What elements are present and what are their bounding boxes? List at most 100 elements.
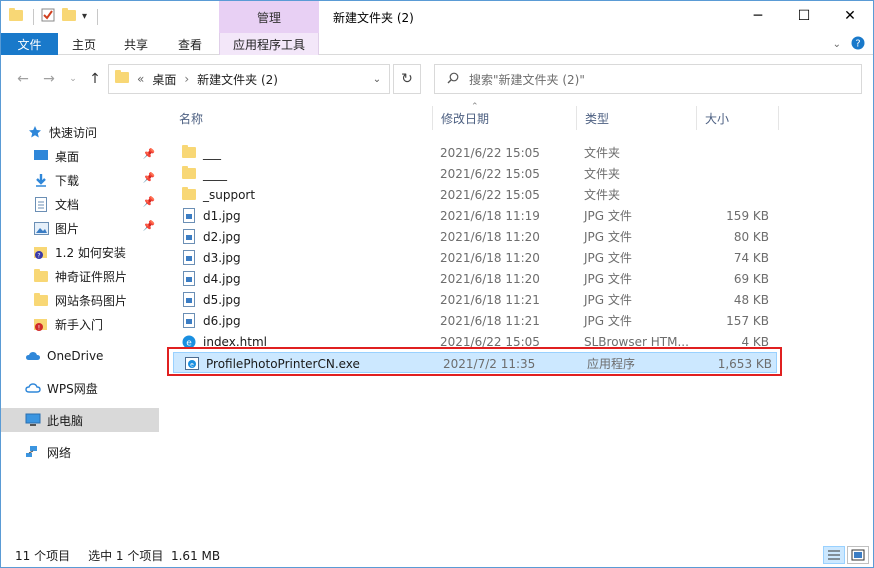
file-type: 文件夹 [584, 188, 621, 202]
forward-arrow-icon[interactable]: → [39, 69, 59, 89]
quick-access-toolbar: ▾ [9, 7, 99, 26]
back-arrow-icon[interactable]: ← [13, 69, 33, 89]
recent-locations-icon[interactable]: ⌄ [63, 69, 83, 89]
jpg-file-icon [181, 271, 197, 287]
sidebar-item-onedrive[interactable]: OneDrive [1, 344, 159, 368]
table-row[interactable]: ____ 2021/6/22 15:05 文件夹 [171, 163, 775, 184]
table-row[interactable]: d6.jpg 2021/6/18 11:21 JPG 文件 157 KB [171, 310, 775, 331]
computer-icon [25, 412, 41, 428]
breadcrumb-overflow[interactable]: « [137, 72, 144, 86]
file-size: 69 KB [733, 271, 769, 286]
cloud-icon [25, 348, 41, 364]
sidebar-item-how-to-install[interactable]: ? 1.2 如何安装 [1, 240, 159, 264]
context-tab-header: 管理 [219, 1, 319, 33]
jpg-file-icon [181, 292, 197, 308]
title-bar: ▾ 管理 新建文件夹 (2) ─ ☐ ✕ [1, 1, 873, 33]
address-bar[interactable]: « 桌面 › 新建文件夹 (2) ⌄ [108, 64, 390, 94]
download-icon [33, 172, 49, 188]
file-name: d3.jpg [203, 250, 241, 265]
folder-badge-icon: ! [33, 316, 49, 332]
file-size [701, 163, 769, 184]
up-arrow-icon[interactable]: ↑ [85, 69, 105, 89]
status-bar: 11 个项目 选中 1 个项目 1.61 MB [1, 543, 873, 567]
file-date: 2021/6/22 15:05 [440, 145, 540, 160]
sidebar-item-label: 神奇证件照片 [55, 269, 128, 284]
tab-file[interactable]: 文件 [1, 33, 58, 55]
tab-home[interactable]: 主页 [61, 33, 107, 55]
file-date: 2021/6/18 11:21 [440, 313, 540, 328]
file-date: 2021/6/18 11:20 [440, 229, 540, 244]
sidebar-item-label: 此电脑 [47, 413, 84, 428]
jpg-file-icon [181, 313, 197, 329]
breadcrumb-current-folder[interactable]: 新建文件夹 (2) [197, 71, 278, 88]
sidebar-item-id-photo[interactable]: 神奇证件照片 [1, 264, 159, 288]
large-icons-view-icon[interactable] [847, 546, 869, 564]
sidebar-item-label: 网站条码图片 [55, 293, 128, 308]
search-placeholder: 搜索"新建文件夹 (2)" [469, 72, 585, 87]
maximize-button[interactable]: ☐ [781, 1, 827, 31]
file-size: 80 KB [733, 229, 769, 244]
folder-icon [115, 70, 129, 86]
folder-icon [181, 187, 197, 203]
column-header-date[interactable]: 修改日期 [433, 106, 577, 130]
pin-icon[interactable]: 📌 [143, 197, 155, 208]
file-size: 157 KB [726, 313, 769, 328]
properties-icon[interactable] [40, 7, 56, 26]
sidebar-item-pictures[interactable]: 图片 📌 [1, 216, 159, 240]
folder-icon [181, 166, 197, 182]
table-row[interactable]: d2.jpg 2021/6/18 11:20 JPG 文件 80 KB [171, 226, 775, 247]
sidebar-item-getting-started[interactable]: ! 新手入门 [1, 312, 159, 336]
file-size [701, 142, 769, 163]
address-dropdown-icon[interactable]: ⌄ [365, 65, 389, 93]
table-row[interactable]: d3.jpg 2021/6/18 11:20 JPG 文件 74 KB [171, 247, 775, 268]
breadcrumb-separator[interactable]: › [184, 72, 189, 86]
sidebar-item-wps-cloud[interactable]: WPS网盘 [1, 376, 159, 400]
file-type: JPG 文件 [584, 314, 632, 328]
file-type: 文件夹 [584, 167, 621, 181]
search-input[interactable]: 搜索"新建文件夹 (2)" [434, 64, 862, 94]
column-header-type[interactable]: 类型 [577, 106, 697, 130]
jpg-file-icon [181, 229, 197, 245]
pin-icon[interactable]: 📌 [143, 173, 155, 184]
new-folder-icon[interactable] [62, 7, 76, 24]
pin-icon[interactable]: 📌 [143, 221, 155, 232]
tab-view[interactable]: 查看 [167, 33, 213, 55]
file-name: d5.jpg [203, 292, 241, 307]
file-date: 2021/6/18 11:20 [440, 271, 540, 286]
toolbar-divider [97, 8, 99, 25]
desktop-icon [33, 148, 49, 164]
sidebar-item-label: OneDrive [47, 349, 104, 363]
breadcrumb-desktop[interactable]: 桌面 [152, 71, 176, 88]
table-row[interactable]: d4.jpg 2021/6/18 11:20 JPG 文件 69 KB [171, 268, 775, 289]
customize-toolbar-icon[interactable]: ▾ [82, 11, 87, 22]
folder-icon [9, 7, 23, 24]
sidebar-item-documents[interactable]: 文档 📌 [1, 192, 159, 216]
sidebar-item-label: 图片 [55, 221, 80, 236]
close-button[interactable]: ✕ [827, 1, 873, 31]
table-row[interactable]: d1.jpg 2021/6/18 11:19 JPG 文件 159 KB [171, 205, 775, 226]
file-name-cell: d5.jpg [181, 289, 241, 310]
column-header-name[interactable]: 名称 [171, 106, 433, 130]
sidebar-item-barcode-images[interactable]: 网站条码图片 [1, 288, 159, 312]
sidebar-item-network[interactable]: 网络 [1, 440, 159, 464]
minimize-button[interactable]: ─ [735, 1, 781, 31]
table-row[interactable]: d5.jpg 2021/6/18 11:21 JPG 文件 48 KB [171, 289, 775, 310]
sidebar-item-desktop[interactable]: 桌面 📌 [1, 144, 159, 168]
tab-share[interactable]: 共享 [113, 33, 159, 55]
sidebar-item-this-pc[interactable]: 此电脑 [1, 408, 159, 432]
ribbon-right-controls: ⌄ ? [833, 36, 865, 53]
details-view-icon[interactable] [823, 546, 845, 564]
toolbar-divider [33, 8, 34, 25]
help-icon[interactable]: ? [851, 36, 865, 53]
column-header-size[interactable]: 大小 [697, 106, 779, 130]
table-row[interactable]: ___ 2021/6/22 15:05 文件夹 [171, 142, 775, 163]
file-type: JPG 文件 [584, 230, 632, 244]
table-row[interactable]: _support 2021/6/22 15:05 文件夹 [171, 184, 775, 205]
wps-cloud-icon [25, 380, 41, 396]
sidebar-item-downloads[interactable]: 下载 📌 [1, 168, 159, 192]
sidebar-item-quick-access[interactable]: 快速访问 [1, 120, 159, 144]
refresh-icon[interactable]: ↻ [393, 64, 421, 94]
expand-ribbon-icon[interactable]: ⌄ [833, 39, 841, 50]
pin-icon[interactable]: 📌 [143, 149, 155, 160]
tab-application-tools[interactable]: 应用程序工具 [219, 33, 319, 55]
